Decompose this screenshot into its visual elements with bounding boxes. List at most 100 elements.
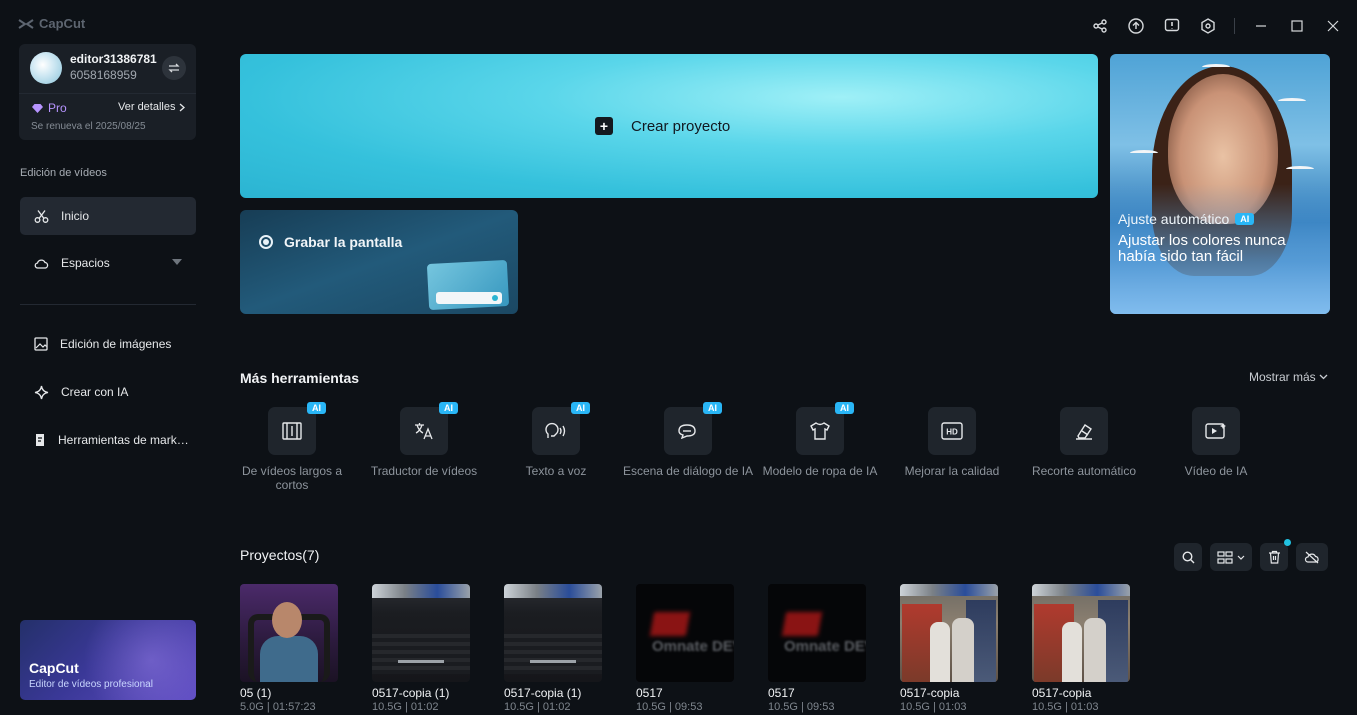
tool-video-translator[interactable]: AI Traductor de vídeos xyxy=(358,402,490,478)
sidebar-item-label: Inicio xyxy=(61,209,90,223)
pro-badge: Pro xyxy=(31,101,67,115)
view-mode-button[interactable] xyxy=(1210,543,1252,571)
upload-icon[interactable] xyxy=(1118,10,1154,42)
record-screen-card[interactable]: Grabar la pantalla xyxy=(240,210,518,314)
project-card[interactable]: 0517-copia 10.5G | 01:03 xyxy=(900,584,998,713)
project-thumbnail xyxy=(1032,584,1130,682)
user-id: 6058168959 xyxy=(70,68,137,82)
project-card[interactable]: 0517-copia (1) 10.5G | 01:02 xyxy=(504,584,602,713)
translate-icon: AI xyxy=(400,402,458,455)
thumb-figure xyxy=(1062,622,1082,682)
sidebar-item-spaces[interactable]: Espacios xyxy=(20,244,196,282)
cloud-sync-button[interactable] xyxy=(1296,543,1328,571)
seagull-icon xyxy=(1130,150,1158,156)
thumb-caption-bar xyxy=(398,660,444,663)
sidebar-item-marketing-tools[interactable]: Herramientas de mark… xyxy=(20,421,196,459)
project-name: 0517-copia (1) xyxy=(372,686,450,700)
record-screen-label: Grabar la pantalla xyxy=(284,234,403,250)
voice-icon: AI xyxy=(532,402,590,455)
thumb-figure xyxy=(930,622,950,682)
sidebar-item-home[interactable]: Inicio xyxy=(20,197,196,235)
project-card[interactable]: Omnate DEV 0517 10.5G | 09:53 xyxy=(768,584,866,713)
thumb-logo-shape xyxy=(649,612,691,636)
seagull-icon xyxy=(1278,98,1306,104)
project-name: 0517 xyxy=(636,686,663,700)
thumb-top-strip xyxy=(504,584,602,598)
tool-auto-cutout[interactable]: Recorte automático xyxy=(1018,407,1150,478)
sidebar-item-create-with-ai[interactable]: Crear con IA xyxy=(20,373,196,411)
create-project-button[interactable]: + Crear proyecto xyxy=(240,54,1098,198)
share-icon[interactable] xyxy=(1082,10,1118,42)
ai-badge: AI xyxy=(307,402,326,414)
project-thumbnail xyxy=(240,584,338,682)
projects-title: Proyectos(7) xyxy=(240,547,320,563)
thumb-top-strip xyxy=(900,584,998,596)
show-more-link[interactable]: Mostrar más xyxy=(1249,370,1328,384)
project-thumbnail xyxy=(900,584,998,682)
thumb-logo-text: Omnate DEV xyxy=(784,638,866,655)
sidebar-item-label: Edición de imágenes xyxy=(60,337,172,351)
hd-icon: HD xyxy=(928,407,976,455)
close-icon[interactable] xyxy=(1315,10,1351,42)
project-meta: 10.5G | 09:53 xyxy=(636,701,703,713)
seagull-icon xyxy=(1202,64,1230,70)
capcut-pro-promo-card[interactable]: CapCut Editor de vídeos profesional xyxy=(20,620,196,700)
image-icon xyxy=(34,337,48,351)
chevron-right-icon xyxy=(180,103,186,111)
search-icon xyxy=(1181,550,1194,563)
eraser-icon xyxy=(1060,407,1108,455)
banner-headline: Ajustar los colores nunca había sido tan… xyxy=(1118,232,1286,265)
thumb-scanlines xyxy=(372,634,470,674)
record-icon xyxy=(259,235,273,249)
tool-label: Modelo de ropa de IA xyxy=(762,464,878,478)
tool-label: Escena de diálogo de IA xyxy=(622,464,754,478)
project-card[interactable]: 0517-copia 10.5G | 01:03 xyxy=(1032,584,1130,713)
settings-icon[interactable] xyxy=(1190,10,1226,42)
thumb-logo-shape xyxy=(781,612,823,636)
grid-view-icon xyxy=(1217,550,1233,564)
thumb-figure xyxy=(1084,618,1106,682)
thumb-figure xyxy=(952,618,974,682)
project-meta: 10.5G | 01:02 xyxy=(504,701,571,713)
tool-label: Recorte automático xyxy=(1031,464,1137,478)
more-tools-title: Más herramientas xyxy=(240,370,360,386)
cloud-off-icon xyxy=(1304,551,1319,563)
tool-ai-video[interactable]: Vídeo de IA xyxy=(1150,407,1282,478)
sidebar-item-image-editing[interactable]: Edición de imágenes xyxy=(20,325,196,363)
search-button[interactable] xyxy=(1174,543,1202,571)
thumb-top-strip xyxy=(372,584,470,598)
thumb-top-strip xyxy=(1032,584,1130,596)
avatar[interactable] xyxy=(30,52,62,84)
sidebar-item-label: Herramientas de mark… xyxy=(58,433,189,447)
thumb-scanlines xyxy=(504,634,602,674)
tool-enhance-quality[interactable]: HD Mejorar la calidad xyxy=(886,407,1018,478)
show-more-label: Mostrar más xyxy=(1249,370,1316,384)
tool-ai-dialogue-scene[interactable]: AI Escena de diálogo de IA xyxy=(622,402,754,478)
project-card[interactable]: 05 (1) 5.0G | 01:57:23 xyxy=(240,584,338,713)
ai-badge: AI xyxy=(703,402,722,414)
tool-ai-clothing-model[interactable]: AI Modelo de ropa de IA xyxy=(754,402,886,478)
chevron-down-icon[interactable] xyxy=(172,259,182,265)
sidebar-item-label: Espacios xyxy=(61,256,110,270)
auto-adjust-banner[interactable]: Ajuste automático AI Ajustar los colores… xyxy=(1110,54,1330,314)
tool-label: Traductor de vídeos xyxy=(370,464,478,478)
project-name: 0517 xyxy=(768,686,795,700)
maximize-icon[interactable] xyxy=(1279,10,1315,42)
project-thumbnail: Omnate DEV xyxy=(768,584,866,682)
trash-button[interactable] xyxy=(1260,539,1291,571)
project-card[interactable]: 0517-copia (1) 10.5G | 01:02 xyxy=(372,584,470,713)
svg-text:HD: HD xyxy=(946,428,958,437)
feedback-icon[interactable] xyxy=(1154,10,1190,42)
view-details-link[interactable]: Ver detalles xyxy=(118,101,186,113)
chevron-down-icon xyxy=(1319,374,1328,380)
project-card[interactable]: Omnate DEV 0517 10.5G | 09:53 xyxy=(636,584,734,713)
tool-long-to-short[interactable]: AI De vídeos largos a cortos xyxy=(226,402,358,492)
switch-account-button[interactable] xyxy=(162,56,186,80)
banner-tag-label: Ajuste automático xyxy=(1118,211,1230,227)
minimize-icon[interactable] xyxy=(1243,10,1279,42)
tool-text-to-speech[interactable]: AI Texto a voz xyxy=(490,402,622,478)
projects-toolbar xyxy=(1174,539,1328,571)
titlebar-divider xyxy=(1234,18,1235,34)
sidebar-divider xyxy=(20,304,196,305)
ai-badge: AI xyxy=(1235,213,1255,225)
